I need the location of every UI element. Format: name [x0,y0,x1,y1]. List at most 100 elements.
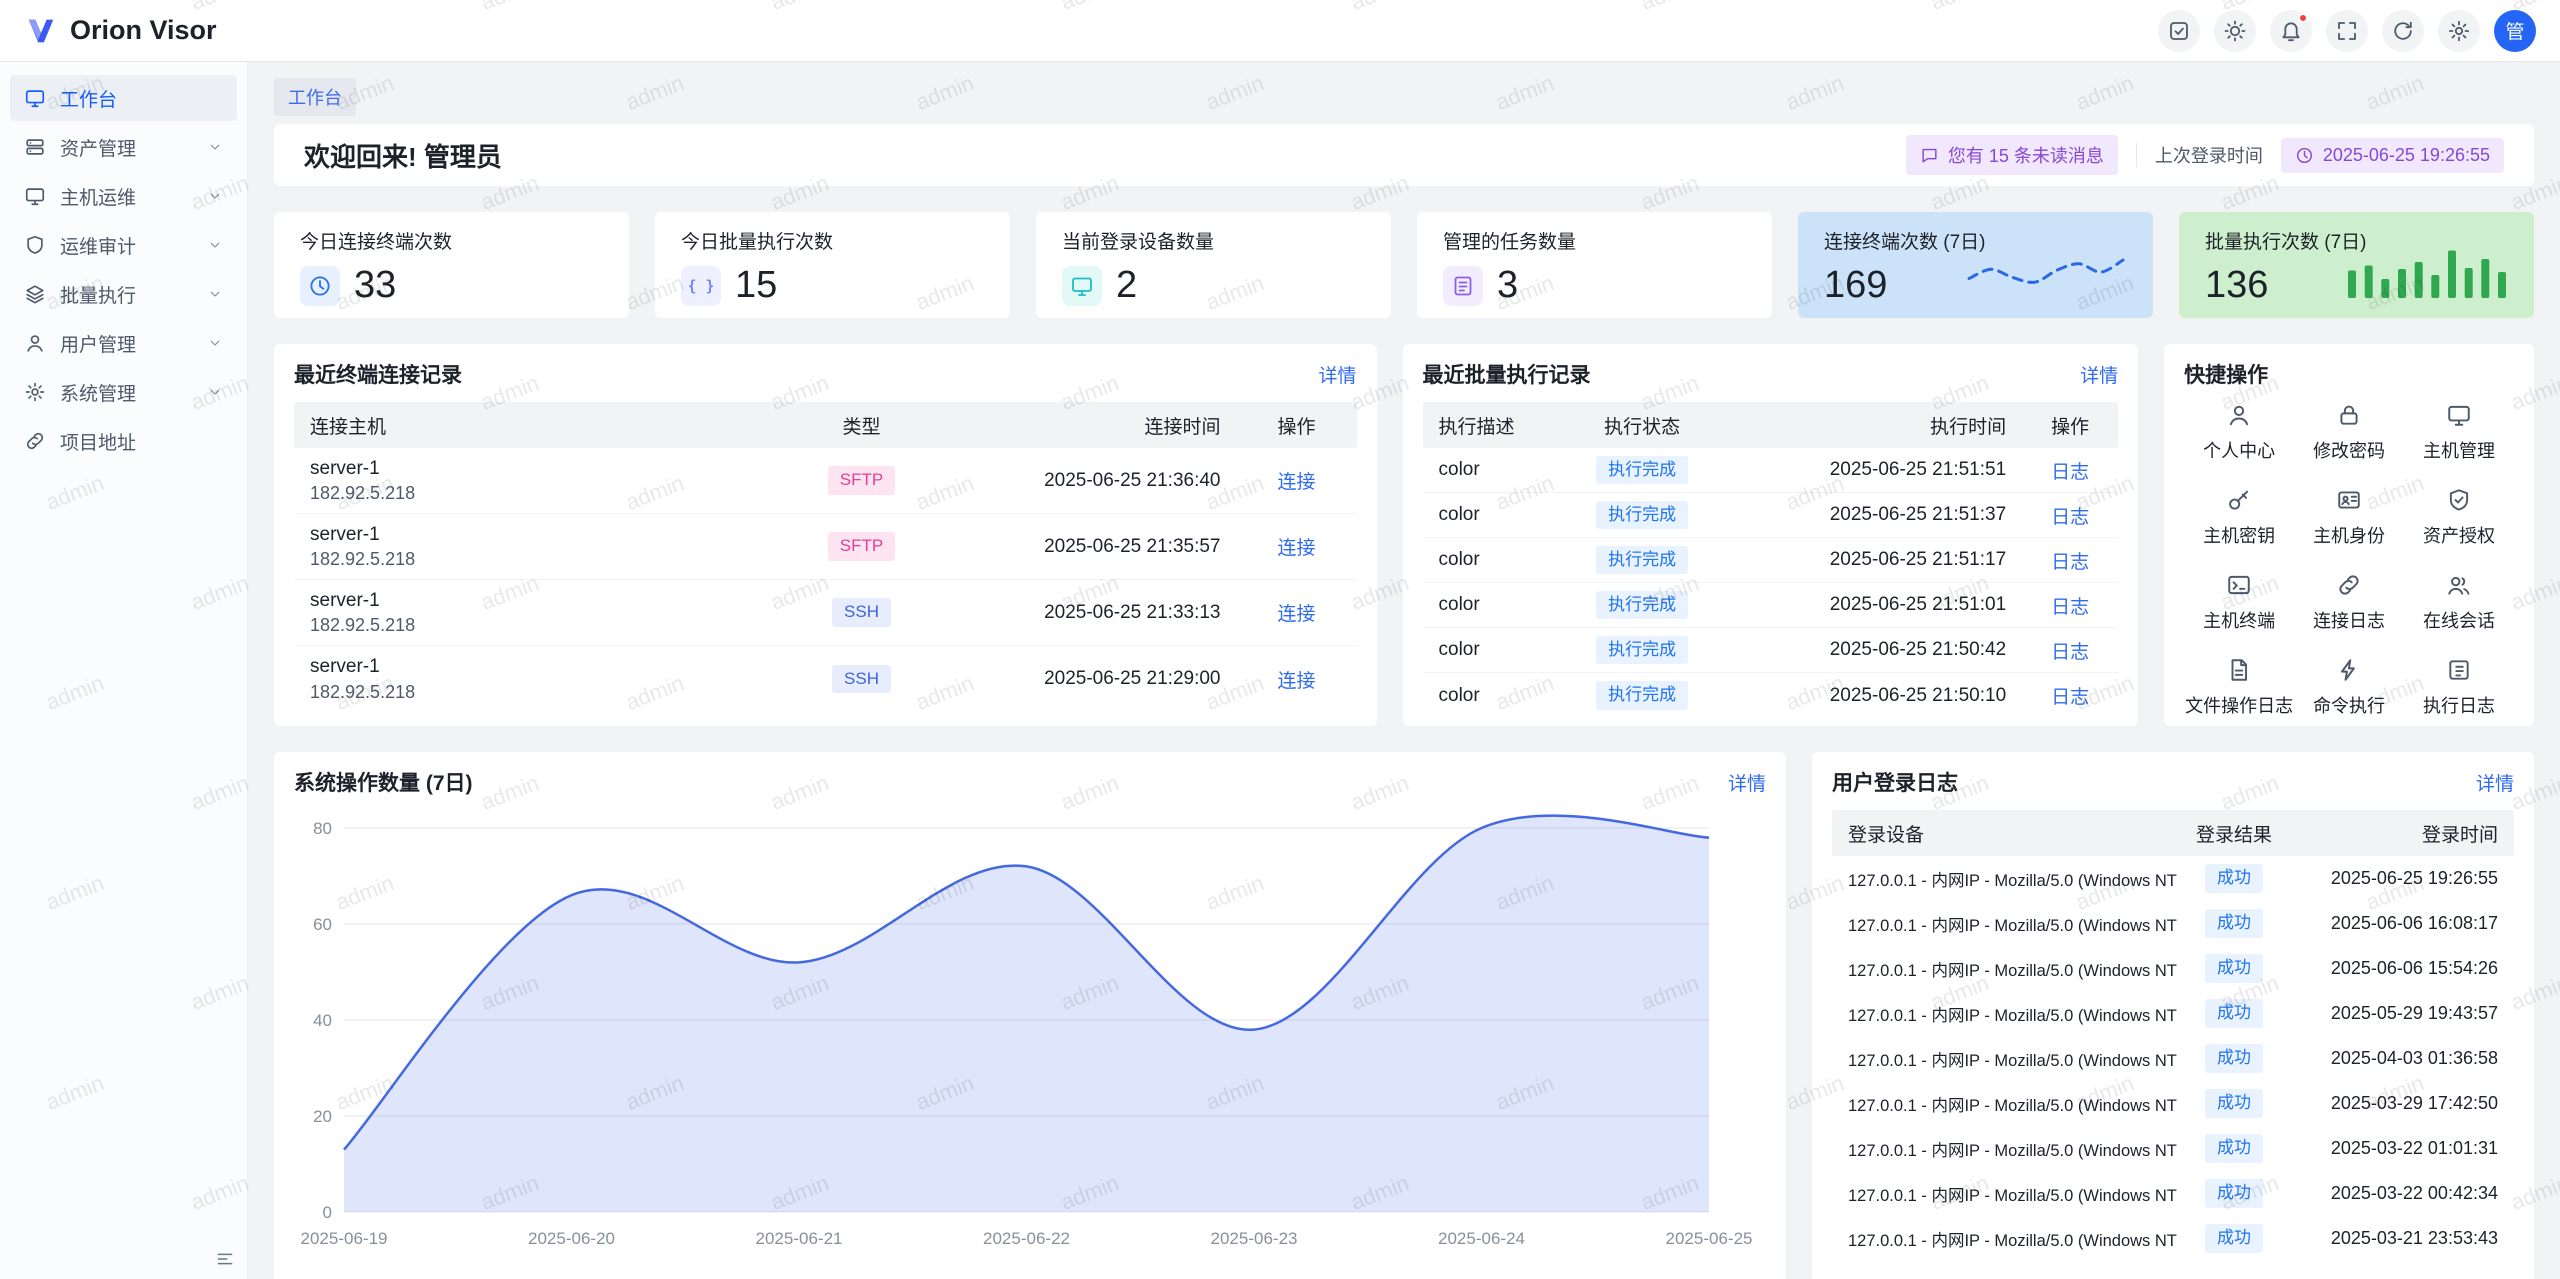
sidebar-collapse-button[interactable] [215,1249,235,1269]
quick-ops-panel: 快捷操作 个人中心修改密码主机管理主机密钥主机身份资产授权主机终端连接日志在线会… [2164,344,2534,726]
svg-text:2025-06-20: 2025-06-20 [528,1229,615,1248]
quick-op-execution-log[interactable]: 执行日志 [2404,657,2514,718]
login-device: 127.0.0.1 - 内网IP - Mozilla/5.0 (Windows … [1832,1227,2179,1251]
panel-title: 最近批量执行记录 [1423,359,1591,389]
app-logo[interactable]: Orion Visor [24,14,217,48]
sidebar-item-asset-management[interactable]: 资产管理 [10,124,237,170]
stat-value: 15 [735,264,777,307]
connect-link[interactable]: 连接 [1277,604,1315,625]
sidebar-item-ops-audit[interactable]: 运维审计 [10,222,237,268]
quick-op-connect-log[interactable]: 连接日志 [2294,572,2404,633]
refresh-button[interactable] [2382,10,2424,52]
login-time: 2025-04-03 01:36:58 [2289,1048,2514,1069]
login-result-tag: 成功 [2205,864,2263,892]
sidebar-item-host-ops[interactable]: 主机运维 [10,173,237,219]
quick-op-label: 主机终端 [2203,607,2275,633]
login-result-tag: 成功 [2205,909,2263,937]
table-row: 127.0.0.1 - 内网IP - Mozilla/5.0 (Windows … [1832,901,2514,946]
sidebar-item-batch-exec[interactable]: 批量执行 [10,271,237,317]
quick-op-label: 主机管理 [2423,437,2495,463]
main-content: 工作台 欢迎回来! 管理员 您有 15 条未读消息 上次登录时间 2025-06… [248,62,2560,1279]
settings-button[interactable] [2438,10,2480,52]
panel-title: 用户登录日志 [1832,767,1958,797]
quick-op-file-operation-log[interactable]: 文件操作日志 [2184,657,2294,718]
stat-label: 今日批量执行次数 [681,227,984,254]
login-result-tag: 成功 [2205,999,2263,1027]
sidebar-item-user-management[interactable]: 用户管理 [10,320,237,366]
bottom-row: 系统操作数量 (7日) 详情 0204060802025-06-192025-0… [274,752,2534,1279]
divider [2136,143,2137,167]
log-link[interactable]: 日志 [2051,462,2089,483]
gear-icon [24,381,46,403]
flash-icon [2336,657,2362,683]
last-login-time-text: 2025-06-25 19:26:55 [2323,145,2490,166]
sidebar-item-label: 工作台 [60,85,117,112]
quick-op-online-session[interactable]: 在线会话 [2404,572,2514,633]
connect-link[interactable]: 连接 [1277,472,1315,493]
exec-time: 2025-06-25 21:51:37 [1722,504,2022,526]
login-device: 127.0.0.1 - 内网IP - Mozilla/5.0 (Windows … [1832,867,2179,891]
svg-text:2025-06-22: 2025-06-22 [983,1229,1070,1248]
quick-op-host-identity[interactable]: 主机身份 [2294,487,2404,548]
log-link[interactable]: 日志 [2051,552,2089,573]
batch-records-detail-link[interactable]: 详情 [2080,361,2118,388]
exec-time: 2025-06-25 21:51:01 [1722,594,2022,616]
login-result-tag: 成功 [2205,1089,2263,1117]
fullscreen-button[interactable] [2326,10,2368,52]
stat-label: 今日连接终端次数 [300,227,603,254]
exec-desc: color [1423,504,1563,526]
table-header: 执行描述执行状态执行时间操作 [1423,402,2119,448]
exec-time: 2025-06-25 21:51:51 [1722,459,2022,481]
quick-op-command-execution[interactable]: 命令执行 [2294,657,2404,718]
shield-check-icon [2446,487,2472,513]
connect-link[interactable]: 连接 [1277,671,1315,692]
link-icon [2336,572,2362,598]
terminal-records-detail-link[interactable]: 详情 [1318,361,1356,388]
tasks-button[interactable] [2158,10,2200,52]
log-link[interactable]: 日志 [2051,597,2089,618]
table-row: 127.0.0.1 - 内网IP - Mozilla/5.0 (Windows … [1832,1171,2514,1216]
exec-desc: color [1423,549,1563,571]
log-link[interactable]: 日志 [2051,642,2089,663]
exec-time: 2025-06-25 21:51:17 [1722,549,2022,571]
layers-icon [24,283,46,305]
log-link[interactable]: 日志 [2051,687,2089,708]
chevron-down-icon [207,188,223,204]
table-row: 127.0.0.1 - 内网IP - Mozilla/5.0 (Windows … [1832,1216,2514,1261]
quick-op-host-key[interactable]: 主机密钥 [2184,487,2294,548]
sidebar-item-workbench[interactable]: 工作台 [10,75,237,121]
notifications-button[interactable] [2270,10,2312,52]
exec-status-tag: 执行完成 [1596,636,1688,664]
theme-toggle-button[interactable] [2214,10,2256,52]
login-result-tag: 成功 [2205,1224,2263,1252]
sidebar-item-project-url[interactable]: 项目地址 [10,418,237,464]
stats-row: 今日连接终端次数33今日批量执行次数{ }15当前登录设备数量2管理的任务数量3… [274,212,2534,318]
quick-ops-grid: 个人中心修改密码主机管理主机密钥主机身份资产授权主机终端连接日志在线会话文件操作… [2184,402,2514,718]
quick-op-host-terminal[interactable]: 主机终端 [2184,572,2294,633]
login-logs-panel: 用户登录日志 详情 登录设备登录结果登录时间127.0.0.1 - 内网IP -… [1812,752,2534,1279]
quick-op-personal-center[interactable]: 个人中心 [2184,402,2294,463]
quick-op-asset-authorization[interactable]: 资产授权 [2404,487,2514,548]
user-avatar[interactable]: 管 [2494,10,2536,52]
sys-chart-detail-link[interactable]: 详情 [1728,769,1766,796]
stat-card: 今日批量执行次数{ }15 [655,212,1010,318]
users-icon [2446,572,2472,598]
login-device: 127.0.0.1 - 内网IP - Mozilla/5.0 (Windows … [1832,1002,2179,1026]
breadcrumb-item-workbench[interactable]: 工作台 [274,78,356,116]
connect-link[interactable]: 连接 [1277,538,1315,559]
login-logs-detail-link[interactable]: 详情 [2476,769,2514,796]
quick-op-change-password[interactable]: 修改密码 [2294,402,2404,463]
sidebar-menu: 工作台资产管理主机运维运维审计批量执行用户管理系统管理项目地址 [0,75,247,464]
table-row: color执行完成2025-06-25 21:50:10日志 [1423,673,2119,718]
file-icon [2226,657,2252,683]
connect-time: 2025-06-25 21:36:40 [937,470,1237,492]
sidebar-item-system-management[interactable]: 系统管理 [10,369,237,415]
chevron-down-icon [207,384,223,400]
quick-op-host-management[interactable]: 主机管理 [2404,402,2514,463]
log-link[interactable]: 日志 [2051,507,2089,528]
unread-messages-pill[interactable]: 您有 15 条未读消息 [1906,135,2118,175]
panel-title: 快捷操作 [2184,359,2268,389]
svg-text:40: 40 [313,1011,332,1030]
exec-desc: color [1423,459,1563,481]
task-icon [1443,266,1483,306]
